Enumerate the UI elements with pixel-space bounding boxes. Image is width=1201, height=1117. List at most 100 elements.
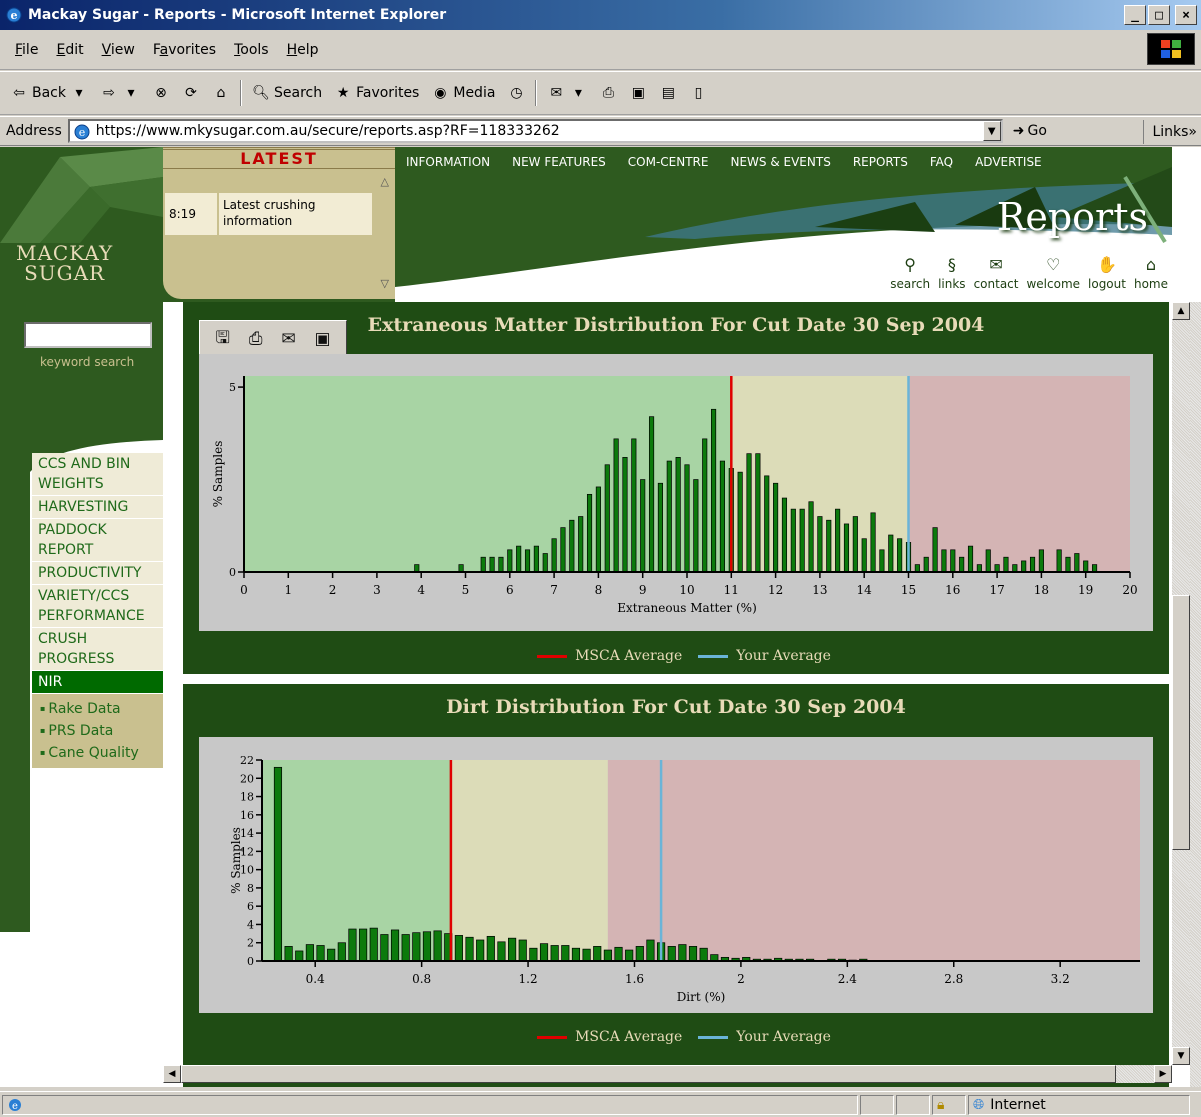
scroll-up-icon[interactable]: △ [381,175,389,188]
bar [746,453,752,573]
latest-news-item[interactable]: 8:19 Latest crushing information [165,193,372,235]
keyword-search-input[interactable] [24,322,152,348]
menu-edit[interactable]: Edit [47,39,92,61]
bar [486,935,495,962]
menu-help[interactable]: Help [278,39,328,61]
menu-label-rest: elp [297,41,319,58]
search-link[interactable]: ⚲ search [886,255,934,299]
sidebar-subitem[interactable]: Rake Data [40,698,163,720]
links-link[interactable]: § links [934,255,969,299]
sidebar-item[interactable]: PRODUCTIVITY [32,562,163,585]
window-title: Mackay Sugar - Reports - Microsoft Inter… [28,7,447,23]
util-label: search [890,277,931,291]
scroll-left-button[interactable]: ◀ [163,1065,181,1083]
back-button[interactable]: ⇦ Back ▾ [4,81,94,105]
menu-file[interactable]: File [6,39,47,61]
sidebar-item[interactable]: NIR [32,671,163,694]
messenger-button[interactable]: ▯ [683,81,713,105]
address-url: https://www.mkysugar.com.au/secure/repor… [95,123,560,139]
bar [433,930,442,962]
menu-favorites[interactable]: Favorites [144,39,225,61]
home-button[interactable]: ⌂ [206,81,236,105]
bar [316,945,325,962]
legend-msca-label: MSCA Average [575,1029,683,1045]
x-tick-label: 2 [329,583,337,597]
bar [808,501,814,573]
bar [852,516,858,573]
forward-button[interactable]: ⇨ ▾ [94,81,146,105]
page-icon: e [74,124,90,140]
bar [667,946,676,962]
close-button[interactable]: × [1175,5,1197,25]
bar [622,457,628,573]
extraneous-matter-panel: 🖫 ⎙ ✉ ▣ Extraneous Matter Distribution F… [183,302,1169,674]
sidebar-item[interactable]: VARIETY/CCS PERFORMANCE [32,585,163,628]
links-button[interactable]: Links» [1143,120,1197,144]
sidebar-item[interactable]: PADDOCK REPORT [32,519,163,562]
favorites-button[interactable]: ★ Favorites [328,81,425,105]
sidebar-item[interactable]: HARVESTING [32,496,163,519]
scroll-up-button[interactable]: ▲ [1172,302,1190,320]
sidebar-item[interactable]: CCS AND BIN WEIGHTS [32,453,163,496]
mackay-sugar-logo[interactable]: MACKAY SUGAR [0,147,163,302]
discuss-button[interactable]: ▤ [653,81,683,105]
logout-link[interactable]: ✋ logout [1084,255,1130,299]
refresh-button[interactable]: ⟳ [176,81,206,105]
scroll-down-icon[interactable]: ▽ [381,277,389,290]
nav-link[interactable]: FAQ [919,155,964,169]
svg-text:e: e [12,1101,18,1112]
history-button[interactable]: ◷ [501,81,531,105]
welcome-link[interactable]: ♡ welcome [1022,255,1084,299]
go-button[interactable]: ➜ Go [1013,123,1047,139]
legend-msca-label: MSCA Average [575,648,683,664]
search-button[interactable]: 🔍︎ Search [246,81,328,105]
edit-button[interactable]: ▣ [623,81,653,105]
maximize-button[interactable]: □ [1148,5,1170,25]
vertical-scrollbar[interactable]: ▲ ▼ [1172,302,1190,1065]
minimize-button[interactable]: _ [1124,5,1146,25]
menu-view[interactable]: View [93,39,144,61]
nav-link[interactable]: ADVERTISE [964,155,1053,169]
sidebar-item[interactable]: CRUSH PROGRESS [32,628,163,671]
x-tick-label: 3 [373,583,381,597]
search-icon: ⚲ [904,255,916,274]
x-tick-label: 19 [1078,583,1093,597]
keyword-search-panel: keyword search [0,302,163,432]
home-icon: ⌂ [1145,255,1157,274]
bar [1012,564,1018,573]
nav-link[interactable]: COM-CENTRE [617,155,720,169]
address-dropdown-button[interactable]: ▼ [982,121,1001,141]
bar [305,944,314,962]
address-label: Address [6,123,62,139]
chart-legend: MSCA Average Your Average [183,1029,1169,1045]
print-button[interactable]: ⎙ [593,81,623,105]
windows-logo-icon [1147,33,1195,65]
stop-button[interactable]: ⊗ [146,81,176,105]
media-button[interactable]: ◉ Media [425,81,501,105]
horizontal-scrollbar[interactable]: ◀ ▶ [163,1065,1172,1083]
contact-link[interactable]: ✉ contact [970,255,1023,299]
scroll-right-button[interactable]: ▶ [1154,1065,1172,1083]
edit-icon: ▣ [631,85,646,101]
menu-label-rest: iew [110,41,135,58]
nav-link[interactable]: REPORTS [842,155,919,169]
menu-accelerator: V [101,41,111,58]
sidebar-subitem[interactable]: PRS Data [40,720,163,742]
nav-link[interactable]: NEWS & EVENTS [719,155,841,169]
nav-link[interactable]: NEW FEATURES [501,155,617,169]
bar [561,945,570,962]
menu-tools[interactable]: Tools [225,39,278,61]
nav-link[interactable]: INFORMATION [395,155,501,169]
home-link[interactable]: ⌂ home [1130,255,1172,299]
vertical-scroll-thumb[interactable] [1172,595,1190,850]
mail-button[interactable]: ✉ ▾ [541,81,593,105]
horizontal-scroll-thumb[interactable] [181,1065,1116,1083]
window-scrollbar[interactable] [1190,302,1201,1087]
scroll-down-button[interactable]: ▼ [1172,1047,1190,1065]
security-lock-cell[interactable]: 🔒︎ [932,1094,966,1115]
bar [684,464,690,573]
sidebar-subitem[interactable]: Cane Quality [40,742,163,764]
x-tick-label: 17 [989,583,1004,597]
address-input[interactable]: e https://www.mkysugar.com.au/secure/rep… [67,119,1003,143]
zone-label: Internet [990,1096,1046,1113]
